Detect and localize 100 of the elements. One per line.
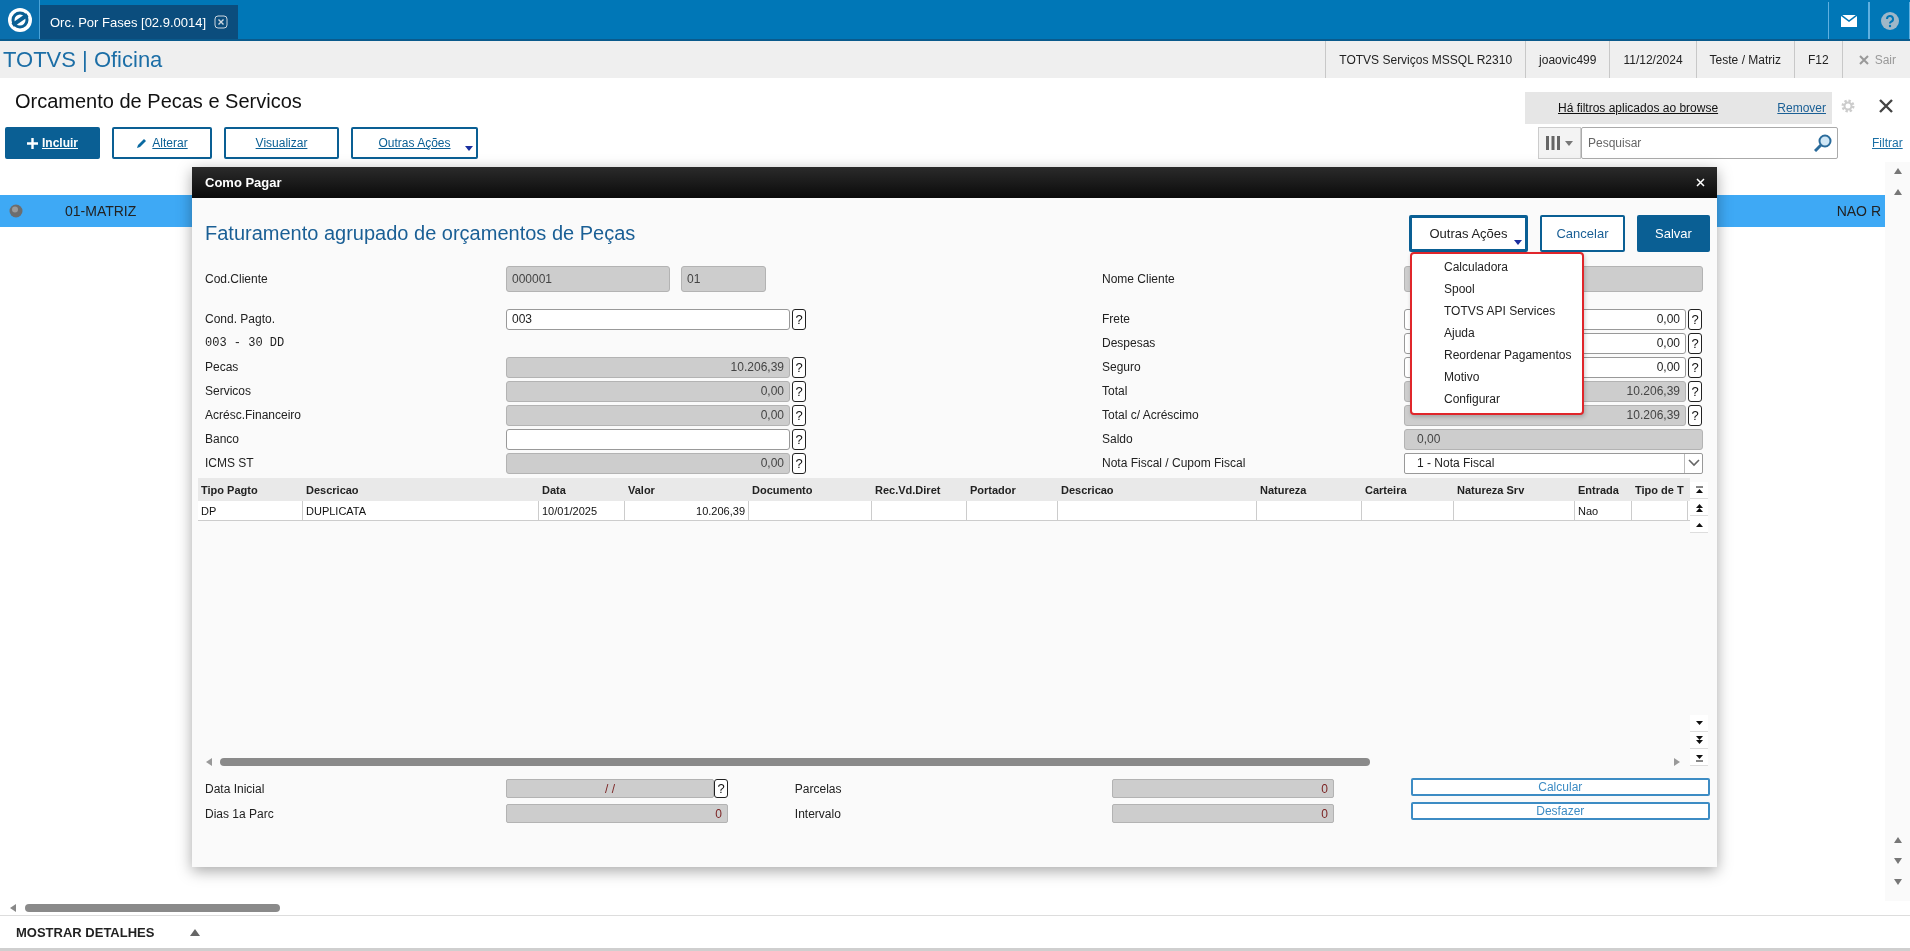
table-cell: NAO R xyxy=(1836,203,1881,219)
dialog-button[interactable]: Salvar xyxy=(1637,215,1710,252)
field-label: Nome Cliente xyxy=(1102,272,1176,286)
info-cell: F12 xyxy=(1793,41,1842,78)
input-field[interactable]: 003 xyxy=(506,308,790,330)
filter-notice-link[interactable]: Há filtros aplicados ao browse xyxy=(1558,100,1719,115)
search-field[interactable]: Pesquisar xyxy=(1581,127,1838,159)
column-header[interactable]: Data xyxy=(539,478,625,501)
scrollbar-thumb[interactable] xyxy=(25,904,280,912)
close-icon[interactable] xyxy=(1878,97,1894,114)
scroll-up-icon[interactable] xyxy=(1694,502,1704,512)
columns-icon xyxy=(1546,136,1560,150)
column-header[interactable]: Carteira xyxy=(1362,478,1454,501)
field-label: Cod.Cliente xyxy=(205,272,269,286)
field-label: Acrésc.Financeiro xyxy=(205,408,303,422)
action-button[interactable]: Alterar xyxy=(112,127,212,159)
caret-icon xyxy=(465,146,473,151)
scroll-down-icon[interactable] xyxy=(1694,735,1704,745)
action-button[interactable]: Calcular xyxy=(1410,778,1710,796)
filter-link[interactable]: Filtrar xyxy=(1872,127,1910,159)
input-field[interactable]: 0 xyxy=(1111,779,1334,798)
column-header[interactable]: Rec.Vd.Diret xyxy=(872,478,967,501)
menu-item[interactable]: TOTVS API Services xyxy=(1412,300,1582,322)
help-button[interactable]: ? xyxy=(1688,332,1702,354)
help-icon xyxy=(1880,11,1899,30)
payment-term-note: 003 - 30 DD xyxy=(205,336,285,350)
scroll-down-icon[interactable] xyxy=(1694,718,1704,728)
mail-button[interactable] xyxy=(1828,2,1869,39)
column-header[interactable]: Portador xyxy=(967,478,1058,501)
menu-button[interactable]: Outras Ações xyxy=(1409,215,1528,252)
menu-item[interactable]: Motivo xyxy=(1412,366,1582,388)
input-field[interactable]: / / xyxy=(506,779,714,798)
column-header[interactable]: Descricao xyxy=(1058,478,1257,501)
help-button[interactable]: ? xyxy=(792,428,806,450)
field-label: Dias 1a Parc xyxy=(205,806,275,821)
column-header[interactable]: Natureza xyxy=(1257,478,1362,501)
scroll-top-icon[interactable] xyxy=(1694,485,1704,495)
mail-icon xyxy=(1840,14,1857,27)
status-icon xyxy=(9,204,23,218)
close-icon xyxy=(1858,54,1869,65)
app-title: TOTVS | Oficina xyxy=(2,45,163,74)
table-cell: DP xyxy=(198,501,303,520)
help-button[interactable]: ? xyxy=(714,779,728,798)
caret-icon xyxy=(1514,240,1522,245)
scroll-left-icon[interactable] xyxy=(206,758,212,766)
field-label: Banco xyxy=(205,432,241,446)
chevron-down-icon xyxy=(1687,459,1700,467)
input-field[interactable]: 0 xyxy=(506,804,728,823)
column-header[interactable]: Documento xyxy=(749,478,872,501)
table-cell: 10/01/2025 xyxy=(539,501,625,520)
info-cell: joaovic499 xyxy=(1525,41,1610,78)
table-cell: 10.206,39 xyxy=(625,501,749,520)
column-header[interactable]: Natureza Srv xyxy=(1454,478,1575,501)
field-label: Parcelas xyxy=(794,781,843,796)
action-button[interactable]: Desfazer xyxy=(1410,802,1710,820)
action-button[interactable]: Incluir xyxy=(5,127,100,159)
pencil-icon xyxy=(136,137,149,149)
caret-up-icon[interactable] xyxy=(190,928,201,936)
app-tab[interactable]: Orc. Por Fases [02.9.0014] xyxy=(40,5,239,39)
menu-item[interactable]: Reordenar Pagamentos xyxy=(1412,344,1582,366)
plus-icon xyxy=(27,137,38,149)
field-label: Data Inicial xyxy=(205,781,266,796)
action-button[interactable]: Outras Ações xyxy=(351,127,478,159)
input-field[interactable] xyxy=(506,428,790,450)
field-label: Cond. Pagto. xyxy=(205,312,277,326)
page-title: Orcamento de Pecas e Servicos xyxy=(15,90,302,113)
field-label: Seguro xyxy=(1102,360,1142,374)
field-label: Total xyxy=(1102,384,1129,398)
dialog-title: Como Pagar xyxy=(205,175,282,190)
scroll-bottom-icon[interactable] xyxy=(1694,752,1704,762)
caret-icon xyxy=(1565,140,1573,146)
menu-item[interactable]: Calculadora xyxy=(1412,256,1582,278)
scrollbar-thumb[interactable] xyxy=(220,758,1370,766)
menu-item[interactable]: Spool xyxy=(1412,278,1582,300)
field-label: Intervalo xyxy=(794,806,842,821)
field-label: Servicos xyxy=(205,384,252,398)
help-button[interactable]: ? xyxy=(1688,308,1702,330)
field-label: Frete xyxy=(1102,312,1131,326)
column-header[interactable]: Tipo Pagto xyxy=(198,478,303,501)
help-button[interactable]: ? xyxy=(1688,356,1702,378)
help-button[interactable]: ? xyxy=(792,308,806,330)
scroll-right-icon[interactable] xyxy=(1674,758,1680,766)
column-header[interactable]: Descricao xyxy=(303,478,539,501)
info-cell: TOTVS Serviços MSSQL R2310 xyxy=(1325,41,1526,78)
column-header[interactable]: Valor xyxy=(625,478,749,501)
menu-item[interactable]: Ajuda xyxy=(1412,322,1582,344)
action-button[interactable]: Visualizar xyxy=(224,127,339,159)
column-header[interactable]: Tipo de T xyxy=(1632,478,1688,501)
dialog-button[interactable]: Cancelar xyxy=(1540,215,1625,252)
remove-link[interactable]: Remover xyxy=(1777,100,1826,115)
field-label: Nota Fiscal / Cupom Fiscal xyxy=(1102,456,1247,470)
select-field[interactable]: 1 - Nota Fiscal xyxy=(1404,452,1703,474)
tab-label: Orc. Por Fases [02.9.0014] xyxy=(50,14,207,30)
info-cell: Teste / Matriz xyxy=(1695,41,1794,78)
field-label: Total c/ Acréscimo xyxy=(1102,408,1200,422)
input-field[interactable]: 0 xyxy=(1111,804,1334,823)
details-toggle[interactable]: MOSTRAR DETALHES xyxy=(16,924,155,940)
columns-button[interactable] xyxy=(1538,127,1581,159)
column-header[interactable]: Entrada xyxy=(1575,478,1632,501)
scroll-left-icon[interactable] xyxy=(9,903,17,913)
